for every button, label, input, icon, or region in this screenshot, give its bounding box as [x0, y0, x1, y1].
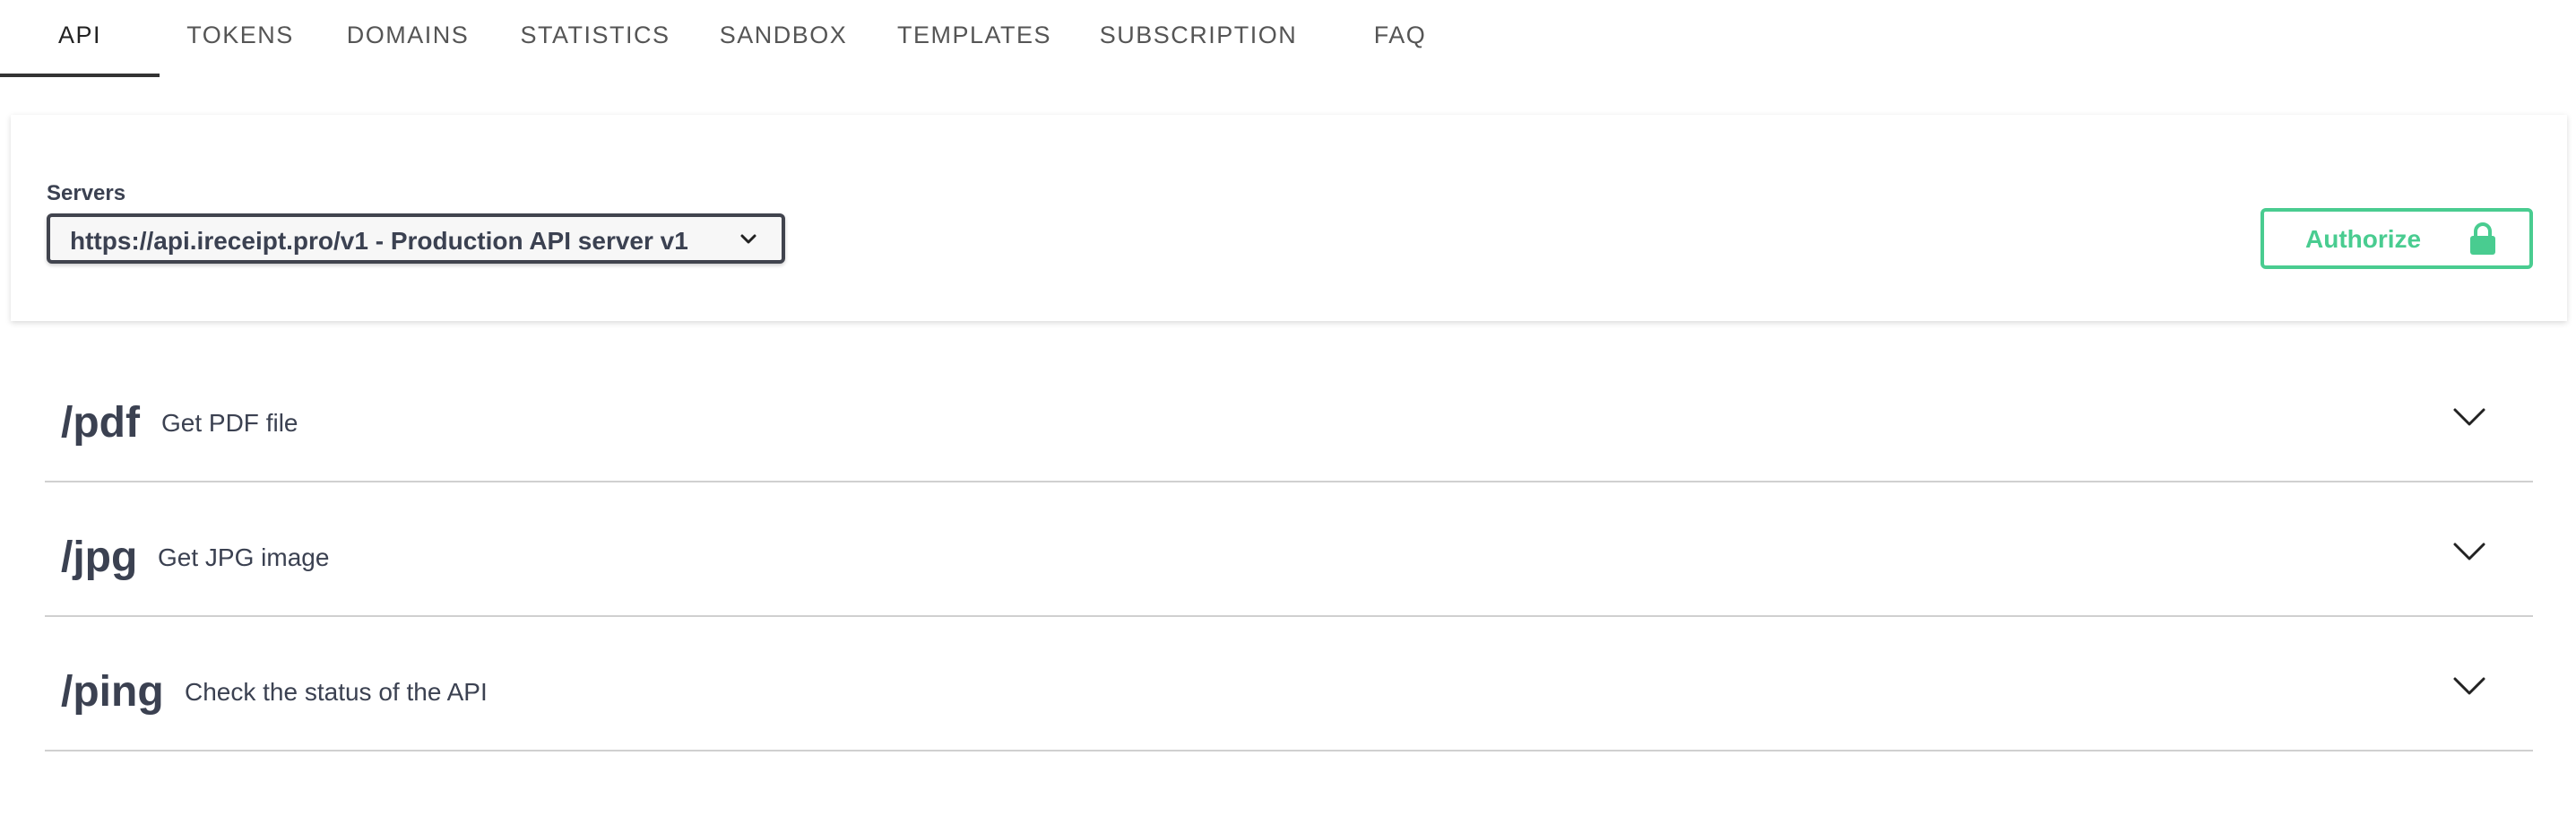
operation-path: /ping — [61, 668, 164, 716]
lock-icon — [2470, 222, 2495, 255]
server-select-value: https://api.ireceipt.pro/v1 - Production… — [70, 227, 688, 255]
tab-sandbox[interactable]: SANDBOX — [713, 0, 853, 74]
servers-label: Servers — [47, 181, 126, 205]
server-select[interactable]: https://api.ireceipt.pro/v1 - Production… — [47, 213, 785, 264]
tab-templates[interactable]: TEMPLATES — [893, 0, 1056, 74]
tab-api[interactable]: API — [0, 0, 160, 77]
operation-description: Check the status of the API — [185, 678, 488, 706]
operation-description: Get PDF file — [161, 409, 298, 437]
tab-tokens[interactable]: TOKENS — [176, 0, 305, 74]
operation-description: Get JPG image — [158, 543, 330, 571]
authorize-label: Authorize — [2305, 225, 2422, 253]
chevron-down-icon[interactable] — [2452, 676, 2486, 696]
tab-subscription[interactable]: SUBSCRIPTION — [1097, 0, 1300, 74]
chevron-down-icon — [740, 234, 756, 244]
chevron-down-icon[interactable] — [2452, 407, 2486, 427]
operation-path: /pdf — [61, 399, 140, 447]
tab-statistics[interactable]: STATISTICS — [514, 0, 676, 74]
tab-domains[interactable]: DOMAINS — [332, 0, 484, 74]
tab-faq[interactable]: FAQ — [1353, 0, 1447, 74]
chevron-down-icon[interactable] — [2452, 542, 2486, 561]
operation-ping[interactable]: /ping Check the status of the API — [45, 617, 2533, 751]
servers-panel: Servers https://api.ireceipt.pro/v1 - Pr… — [11, 115, 2567, 321]
top-tab-bar: API TOKENS DOMAINS STATISTICS SANDBOX TE… — [0, 0, 2576, 77]
operation-pdf[interactable]: /pdf Get PDF file — [45, 348, 2533, 482]
operation-path: /jpg — [61, 534, 138, 581]
operation-jpg[interactable]: /jpg Get JPG image — [45, 482, 2533, 617]
authorize-button[interactable]: Authorize — [2260, 208, 2533, 269]
